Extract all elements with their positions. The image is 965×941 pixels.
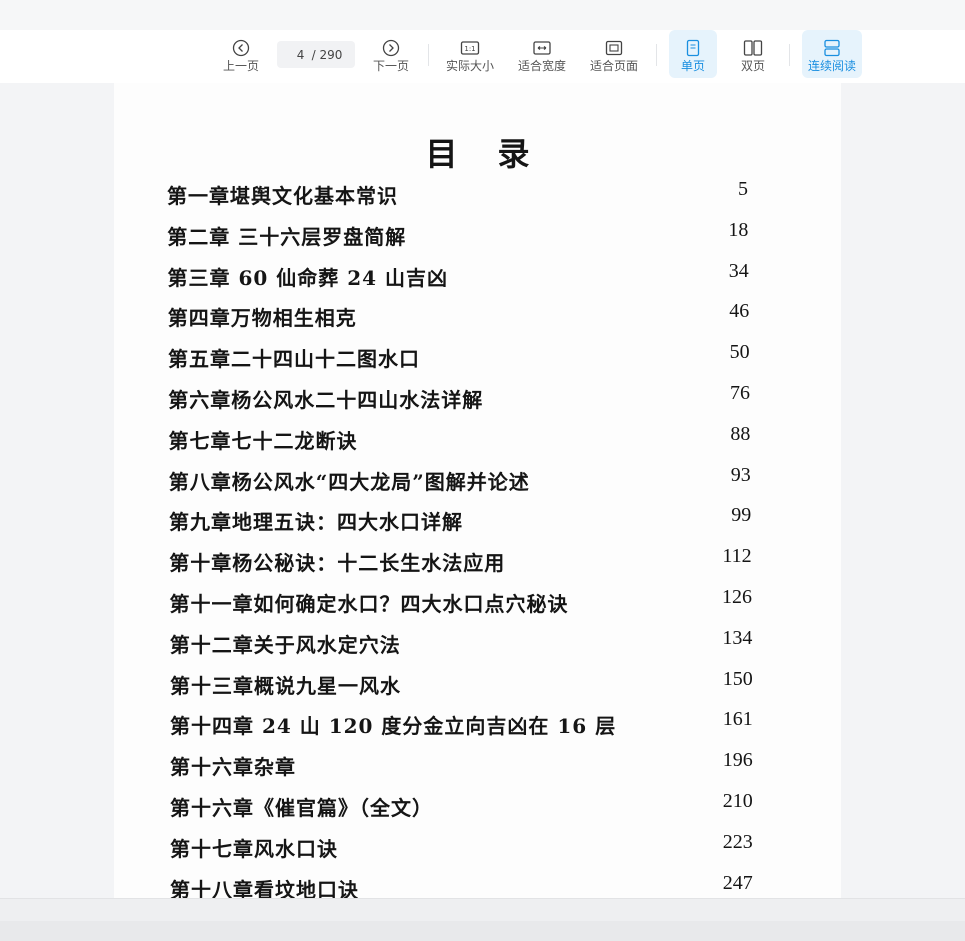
toc-row[interactable]: 第五章二十四山十二图水口 50: [114, 341, 841, 373]
actual-size-glyph: 1:1: [464, 45, 475, 53]
toc-entry-page: 196: [722, 749, 753, 772]
continuous-reading-button[interactable]: 连续阅读: [802, 30, 862, 78]
continuous-reading-icon: [824, 39, 840, 57]
fit-width-button[interactable]: 适合宽度: [514, 30, 570, 78]
toc-entry-title: 第十二章关于风水定穴法: [169, 632, 401, 657]
toc-entry-title: 第十章杨公秘诀：十二长生水法应用: [169, 551, 506, 576]
toc-entry-page: 34: [728, 259, 749, 282]
toolbar-divider: [428, 44, 429, 66]
chevron-left-circle-icon: [232, 39, 250, 57]
toc-entry-title: 第十四章 24 山 120 度分金立向吉凶在 16 层: [170, 714, 617, 739]
fit-page-icon: [605, 40, 623, 56]
toc-row[interactable]: 第十六章杂章 196: [114, 749, 841, 781]
status-strip: [0, 921, 965, 941]
next-page-label: 下一页: [372, 59, 409, 73]
toc-entry-page: 210: [722, 790, 753, 812]
toc-entry-title: 第六章杨公风水二十四山水法详解: [168, 388, 484, 412]
fit-width-label: 适合宽度: [517, 59, 566, 73]
toc-row[interactable]: 第一章堪舆文化基本常识 5: [114, 178, 841, 210]
toc-row[interactable]: 第七章七十二龙断诀 88: [114, 422, 841, 455]
toc-entry-page: 88: [730, 422, 751, 445]
toc-row[interactable]: 第三章 60 仙命葬 24 山吉凶 34: [114, 259, 841, 292]
toc-entry-page: 161: [722, 708, 753, 731]
prev-page-button[interactable]: 上一页: [219, 30, 263, 78]
page-number-input[interactable]: [289, 47, 312, 62]
toc-entry-page: 247: [722, 871, 753, 894]
single-page-label: 单页: [680, 59, 705, 73]
toc-entry-title: 第十六章《催官篇》（全文）: [170, 796, 433, 820]
double-page-icon: [743, 40, 763, 56]
fit-page-button[interactable]: 适合页面: [586, 30, 642, 78]
toc-row[interactable]: 第十二章关于风水定穴法 134: [114, 626, 841, 659]
toc-entry-page: 150: [722, 667, 753, 690]
toc-entry-page: 99: [731, 504, 752, 527]
single-page-button[interactable]: 单页: [669, 30, 717, 78]
toc-row[interactable]: 第十章杨公秘诀：十二长生水法应用 112: [114, 545, 841, 577]
next-page-button[interactable]: 下一页: [369, 30, 413, 78]
toc-entry-page: 112: [722, 545, 752, 568]
page-title: 目录: [425, 135, 570, 173]
fit-page-label: 适合页面: [589, 59, 638, 73]
toc-entry-page: 134: [722, 626, 753, 649]
toc-entry-title: 第三章 60 仙命葬 24 山吉凶: [167, 265, 449, 290]
toc-row[interactable]: 第十三章概说九星一风水 150: [114, 667, 841, 700]
toc-row[interactable]: 第十四章 24 山 120 度分金立向吉凶在 16 层 161: [114, 708, 841, 740]
toc-entry-title: 第十七章风水口诀: [170, 836, 338, 861]
toc-entry-title: 第八章杨公风水“四大龙局”图解并论述: [168, 469, 530, 494]
toc-entry-page: 76: [730, 382, 750, 404]
toc-row[interactable]: 第六章杨公风水二十四山水法详解 76: [114, 382, 841, 414]
continuous-reading-label: 连续阅读: [807, 59, 856, 73]
toc-entry-title: 第七章七十二龙断诀: [168, 428, 358, 453]
toc-entry-page: 93: [730, 463, 751, 486]
toc-entry-title: 第四章万物相生相克: [167, 306, 357, 331]
fit-width-icon: [533, 41, 551, 55]
single-page-icon: [686, 39, 700, 57]
toc-entry-title: 第十六章杂章: [170, 755, 296, 780]
toc-entry-page: 223: [722, 830, 753, 853]
toc-row[interactable]: 第四章万物相生相克 46: [114, 300, 841, 332]
pdf-toolbar: 上一页 / 290 下一页 1:1 实际大小 适合宽度 适合页面: [0, 30, 965, 83]
toc-entry-page: 5: [738, 178, 748, 200]
toc-row[interactable]: 第十一章如何确定水口？四大水口点穴秘诀 126: [114, 586, 841, 618]
toc-entry-page: 18: [728, 218, 749, 241]
prev-page-label: 上一页: [222, 59, 259, 73]
toc-entry-page: 46: [729, 300, 750, 323]
toc-entry-title: 第九章地理五诀：四大水口详解: [169, 510, 463, 535]
toolbar-divider: [789, 44, 790, 66]
chevron-right-circle-icon: [382, 39, 400, 57]
actual-size-button[interactable]: 1:1 实际大小: [442, 30, 498, 78]
toc-entry-title: 第五章二十四山十二图水口: [168, 347, 420, 372]
bottom-bar: [0, 898, 965, 921]
toc-entry-title: 第十八章看坟地口诀: [170, 877, 359, 898]
toc-entry-page: 126: [722, 586, 752, 608]
toc-entry-title: 第二章 三十六层罗盘简解: [167, 224, 407, 249]
double-page-button[interactable]: 双页: [729, 30, 777, 78]
toc-entry-page: 50: [729, 341, 750, 364]
toc-row[interactable]: 第十六章《催官篇》（全文） 210: [114, 790, 841, 822]
toc-entry-title: 第一章堪舆文化基本常识: [167, 184, 398, 208]
toc-entry-title: 第十三章概说九星一风水: [170, 673, 401, 698]
total-pages: / 290: [311, 47, 343, 62]
toc-row[interactable]: 第十八章看坟地口诀 247: [114, 871, 841, 898]
document-viewer[interactable]: 目录 第一章堪舆文化基本常识 5 第二章 三十六层罗盘简解 18 第三章 60 仙命葬 …: [0, 83, 965, 898]
top-strip: [0, 0, 965, 30]
toolbar-divider: [656, 44, 657, 66]
toc-row[interactable]: 第二章 三十六层罗盘简解 18: [114, 218, 841, 251]
document-page: 目录 第一章堪舆文化基本常识 5 第二章 三十六层罗盘简解 18 第三章 60 仙命葬 …: [114, 83, 841, 898]
toc-row[interactable]: 第八章杨公风水“四大龙局”图解并论述 93: [114, 463, 841, 496]
toc-row[interactable]: 第九章地理五诀：四大水口详解 99: [114, 504, 841, 536]
page-number-box: / 290: [277, 41, 355, 68]
toc-row[interactable]: 第十七章风水口诀 223: [114, 830, 841, 863]
toc-entry-title: 第十一章如何确定水口？四大水口点穴秘诀: [169, 592, 569, 616]
actual-size-label: 实际大小: [445, 59, 494, 73]
double-page-label: 双页: [740, 59, 765, 73]
actual-size-icon: 1:1: [460, 41, 480, 55]
